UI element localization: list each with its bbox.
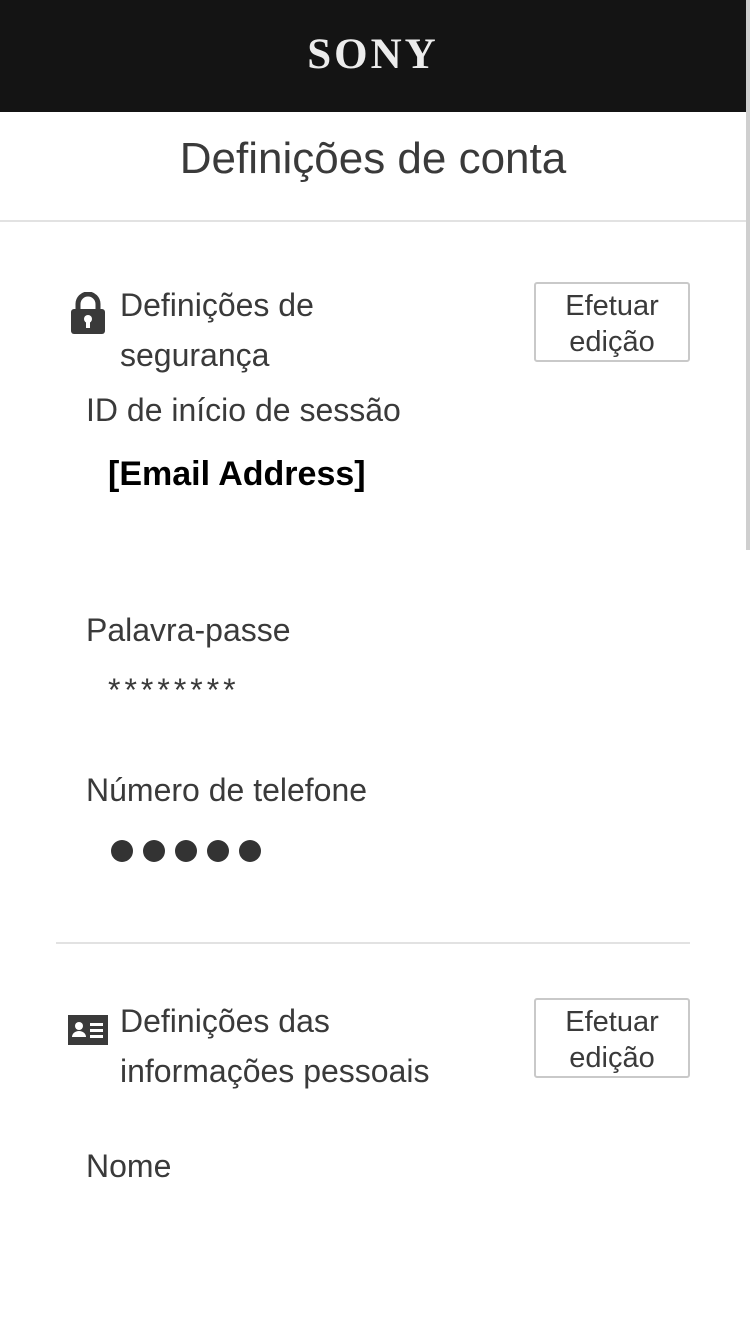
masked-dot bbox=[111, 840, 133, 862]
masked-dot bbox=[207, 840, 229, 862]
security-section-title: Definições de segurança bbox=[120, 280, 314, 380]
lock-icon bbox=[70, 291, 106, 339]
scrollbar-thumb[interactable] bbox=[746, 0, 750, 550]
login-id-value: [Email Address] bbox=[108, 455, 366, 493]
personal-info-section-title: Definições das informações pessoais bbox=[120, 996, 429, 1096]
masked-dot bbox=[239, 840, 261, 862]
personal-title-line1: Definições das bbox=[120, 1003, 330, 1039]
phone-number-value bbox=[111, 840, 271, 866]
password-label: Palavra-passe bbox=[86, 612, 291, 648]
masked-dot bbox=[143, 840, 165, 862]
id-card-icon bbox=[68, 1015, 108, 1050]
page-title: Definições de conta bbox=[179, 134, 567, 183]
security-edit-button[interactable]: Efetuar edição bbox=[534, 282, 690, 362]
personal-info-edit-button[interactable]: Efetuar edição bbox=[534, 998, 690, 1078]
security-edit-label-line2: edição bbox=[569, 325, 655, 358]
security-title-line1: Definições de bbox=[120, 287, 314, 323]
password-value: ******** bbox=[108, 672, 240, 708]
masked-dot bbox=[175, 840, 197, 862]
security-title-line2: segurança bbox=[120, 337, 270, 373]
sony-logo: SONY bbox=[307, 31, 439, 78]
login-id-label: ID de início de sessão bbox=[86, 392, 401, 428]
security-edit-label-line1: Efetuar bbox=[565, 289, 659, 322]
title-divider bbox=[0, 220, 746, 222]
top-bar: SONY bbox=[0, 0, 746, 112]
personal-edit-label-line1: Efetuar bbox=[565, 1005, 659, 1038]
phone-number-label: Número de telefone bbox=[86, 772, 368, 808]
personal-title-line2: informações pessoais bbox=[120, 1053, 430, 1089]
name-label: Nome bbox=[86, 1148, 172, 1184]
personal-edit-label-line2: edição bbox=[569, 1041, 655, 1074]
section-divider bbox=[56, 942, 690, 944]
